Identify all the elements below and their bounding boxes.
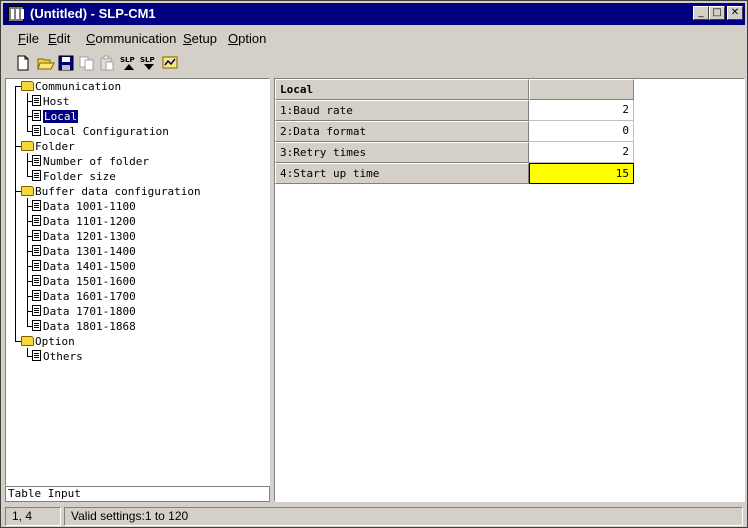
slp-upload-button[interactable]: SLP xyxy=(118,54,138,72)
value-data-format[interactable]: 0 xyxy=(529,121,634,142)
settings-table: Local 1:Baud rate 2 2:Data format 0 3:Re… xyxy=(274,78,745,502)
settings-tree[interactable]: Communication Host Local Local Configura… xyxy=(5,78,270,486)
tree-item-local-configuration[interactable]: Local Configuration xyxy=(32,124,169,139)
row-label-data-format: 2:Data format xyxy=(275,121,529,142)
monitor-icon xyxy=(162,56,178,69)
menu-edit[interactable]: Edit xyxy=(48,31,70,46)
menu-communication[interactable]: Communication xyxy=(86,31,176,46)
row-label-start-up-time: 4:Start up time xyxy=(275,163,529,184)
minimize-button[interactable]: _ xyxy=(693,6,709,20)
document-icon xyxy=(32,170,41,181)
table-title: Local xyxy=(275,79,529,100)
folder-open-icon xyxy=(21,336,34,346)
document-icon xyxy=(32,275,41,286)
tree-item-number-of-folder[interactable]: Number of folder xyxy=(32,154,149,169)
copy-icon xyxy=(79,56,94,71)
document-icon xyxy=(32,200,41,211)
document-icon xyxy=(32,350,41,361)
tree-line xyxy=(27,198,28,326)
tree-item-data-1201[interactable]: Data 1201-1300 xyxy=(32,229,136,244)
maximize-icon: □ xyxy=(712,7,722,18)
document-icon xyxy=(32,305,41,316)
menu-option[interactable]: Option xyxy=(228,31,266,46)
close-button[interactable]: ✕ xyxy=(727,6,743,20)
folder-open-icon xyxy=(21,81,34,91)
tree-item-folder-size[interactable]: Folder size xyxy=(32,169,116,184)
document-icon xyxy=(32,215,41,226)
menu-setup[interactable]: Setup xyxy=(183,31,217,46)
monitor-button[interactable] xyxy=(160,54,180,72)
row-label-retry-times: 3:Retry times xyxy=(275,142,529,163)
document-icon xyxy=(32,125,41,136)
menu-bar: File Edit Communication Setup Option xyxy=(3,28,745,48)
toolbar: SLP SLP xyxy=(3,51,745,75)
tree-root-line xyxy=(15,86,16,341)
tree-item-data-1801[interactable]: Data 1801-1868 xyxy=(32,319,136,334)
status-message: Valid settings:1 to 120 xyxy=(64,507,743,526)
document-icon xyxy=(32,155,41,166)
status-bar: 1, 4 Valid settings:1 to 120 xyxy=(3,505,745,527)
tree-line xyxy=(27,348,28,356)
folder-open-icon xyxy=(21,141,34,151)
slp-download-button[interactable]: SLP xyxy=(138,54,158,72)
paste-icon xyxy=(100,55,114,71)
tree-item-data-1001[interactable]: Data 1001-1100 xyxy=(32,199,136,214)
tree-item-data-1401[interactable]: Data 1401-1500 xyxy=(32,259,136,274)
open-folder-icon xyxy=(37,58,55,70)
document-icon xyxy=(32,260,41,271)
tree-line xyxy=(27,93,28,131)
tree-item-local[interactable]: Local xyxy=(32,109,79,124)
tree-item-data-1501[interactable]: Data 1501-1600 xyxy=(32,274,136,289)
app-icon[interactable] xyxy=(8,6,24,22)
tree-node-option[interactable]: Option xyxy=(21,334,75,349)
document-icon xyxy=(32,230,41,241)
close-icon: ✕ xyxy=(730,7,740,18)
value-retry-times[interactable]: 2 xyxy=(529,142,634,163)
slp-download-icon: SLP xyxy=(140,56,155,70)
table-input-label: Table Input xyxy=(5,486,270,502)
value-baud-rate[interactable]: 2 xyxy=(529,100,634,121)
paste-button[interactable] xyxy=(97,54,117,72)
copy-button[interactable] xyxy=(77,54,97,72)
maximize-button[interactable]: □ xyxy=(709,6,725,20)
table-header-value xyxy=(529,79,634,100)
slp-upload-text: SLP xyxy=(120,56,135,64)
tree-node-folder[interactable]: Folder xyxy=(21,139,75,154)
tree-node-buffer-data[interactable]: Buffer data configuration xyxy=(21,184,201,199)
tree-item-others[interactable]: Others xyxy=(32,349,83,364)
document-icon xyxy=(32,290,41,301)
status-cell-position: 1, 4 xyxy=(5,507,61,526)
tree-item-data-1601[interactable]: Data 1601-1700 xyxy=(32,289,136,304)
row-label-baud-rate: 1:Baud rate xyxy=(275,100,529,121)
menu-file[interactable]: File xyxy=(18,31,39,46)
slp-upload-icon: SLP xyxy=(120,56,135,70)
open-button[interactable] xyxy=(35,54,55,72)
app-window: (Untitled) - SLP-CM1 _ □ ✕ File Edit Com… xyxy=(0,0,748,528)
tree-item-data-1301[interactable]: Data 1301-1400 xyxy=(32,244,136,259)
tree-item-data-1101[interactable]: Data 1101-1200 xyxy=(32,214,136,229)
folder-open-icon xyxy=(21,186,34,196)
tree-item-host[interactable]: Host xyxy=(32,94,70,109)
document-icon xyxy=(32,245,41,256)
document-icon xyxy=(32,110,41,121)
save-disk-icon xyxy=(58,55,74,71)
minimize-icon: _ xyxy=(698,7,704,18)
new-file-icon xyxy=(17,55,29,71)
document-icon xyxy=(32,320,41,331)
new-button[interactable] xyxy=(13,54,33,72)
title-bar[interactable]: (Untitled) - SLP-CM1 _ □ ✕ xyxy=(3,3,745,25)
document-icon xyxy=(32,95,41,106)
tree-node-communication[interactable]: Communication xyxy=(21,79,121,94)
slp-download-text: SLP xyxy=(140,56,155,64)
save-button[interactable] xyxy=(56,54,76,72)
tree-item-data-1701[interactable]: Data 1701-1800 xyxy=(32,304,136,319)
tree-line xyxy=(27,153,28,176)
value-start-up-time[interactable]: 15 xyxy=(529,163,634,184)
window-title: (Untitled) - SLP-CM1 xyxy=(30,6,156,21)
